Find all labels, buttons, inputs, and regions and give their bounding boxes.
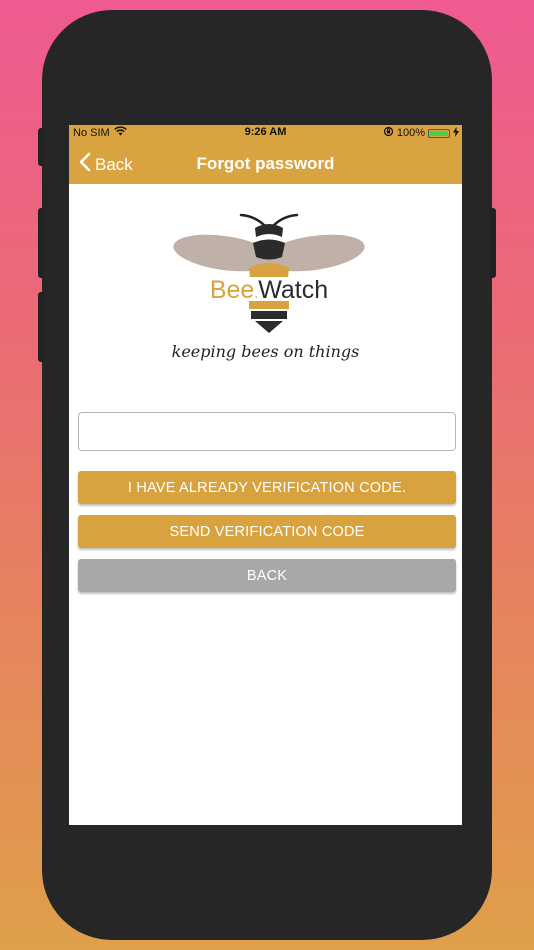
page-title: Forgot password (196, 154, 335, 173)
send-verification-code-button[interactable]: SEND VERIFICATION CODE (78, 515, 456, 548)
orientation-lock-icon (383, 126, 394, 140)
charging-icon (453, 126, 459, 140)
power-button (490, 208, 496, 278)
tagline: keeping bees on things (171, 342, 360, 361)
volume-down-button (38, 292, 44, 362)
beewatch-logo: Bee.Watch (173, 213, 365, 333)
bee-icon (173, 213, 365, 333)
status-bar-right: 100% (383, 126, 459, 140)
logo-wordmark: Bee.Watch (210, 276, 328, 304)
email-input[interactable] (78, 412, 456, 451)
app-screen: No SIM 9:26 AM 100% Back Forgot password… (69, 125, 462, 825)
battery-percent: 100% (396, 127, 425, 139)
volume-up-button (38, 208, 44, 278)
mute-switch (38, 128, 44, 166)
status-bar: No SIM 9:26 AM 100% (69, 125, 462, 141)
have-verification-code-button[interactable]: I HAVE ALREADY VERIFICATION CODE. (78, 471, 456, 504)
battery-icon (428, 128, 450, 138)
back-button[interactable]: BACK (78, 559, 456, 592)
battery-level (430, 130, 448, 136)
navigation-header: No SIM 9:26 AM 100% Back Forgot password (69, 125, 462, 184)
